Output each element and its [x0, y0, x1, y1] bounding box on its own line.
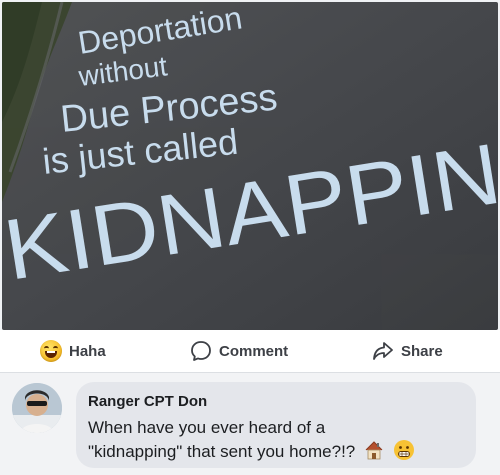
comment-bubble: Ranger CPT Don When have you ever heard … [76, 382, 476, 468]
chalk-sidewalk-image: Deportation without Due Process is just … [2, 2, 498, 330]
share-button[interactable]: Share [372, 339, 443, 363]
facebook-post: Deportation without Due Process is just … [0, 0, 500, 475]
comment-text-line-2-body: "kidnapping" that sent you home?!? [88, 442, 356, 461]
comment-section: Ranger CPT Don When have you ever heard … [0, 373, 500, 475]
reaction-bar: Haha Comment Share [0, 330, 500, 373]
comment-text: When have you ever heard of a "kidnappin… [88, 416, 468, 463]
haha-reaction-button[interactable]: Haha [40, 339, 106, 363]
share-arrow-icon [373, 342, 393, 360]
haha-emoji-icon [40, 340, 62, 362]
share-label: Share [401, 342, 443, 360]
comment-label: Comment [219, 342, 289, 360]
comment-author[interactable]: Ranger CPT Don [88, 393, 207, 410]
post-photo[interactable]: Deportation without Due Process is just … [2, 2, 498, 330]
speech-bubble-icon [191, 341, 211, 361]
comment-button[interactable]: Comment [190, 339, 288, 363]
profile-photo [12, 383, 62, 433]
house-icon [365, 441, 383, 460]
haha-label: Haha [69, 342, 106, 360]
comment-text-line-2: "kidnapping" that sent you home?!? [88, 439, 468, 463]
comment-text-line-1: When have you ever heard of a [88, 418, 326, 437]
grimace-emoji-icon [393, 440, 414, 460]
avatar[interactable] [12, 383, 62, 433]
